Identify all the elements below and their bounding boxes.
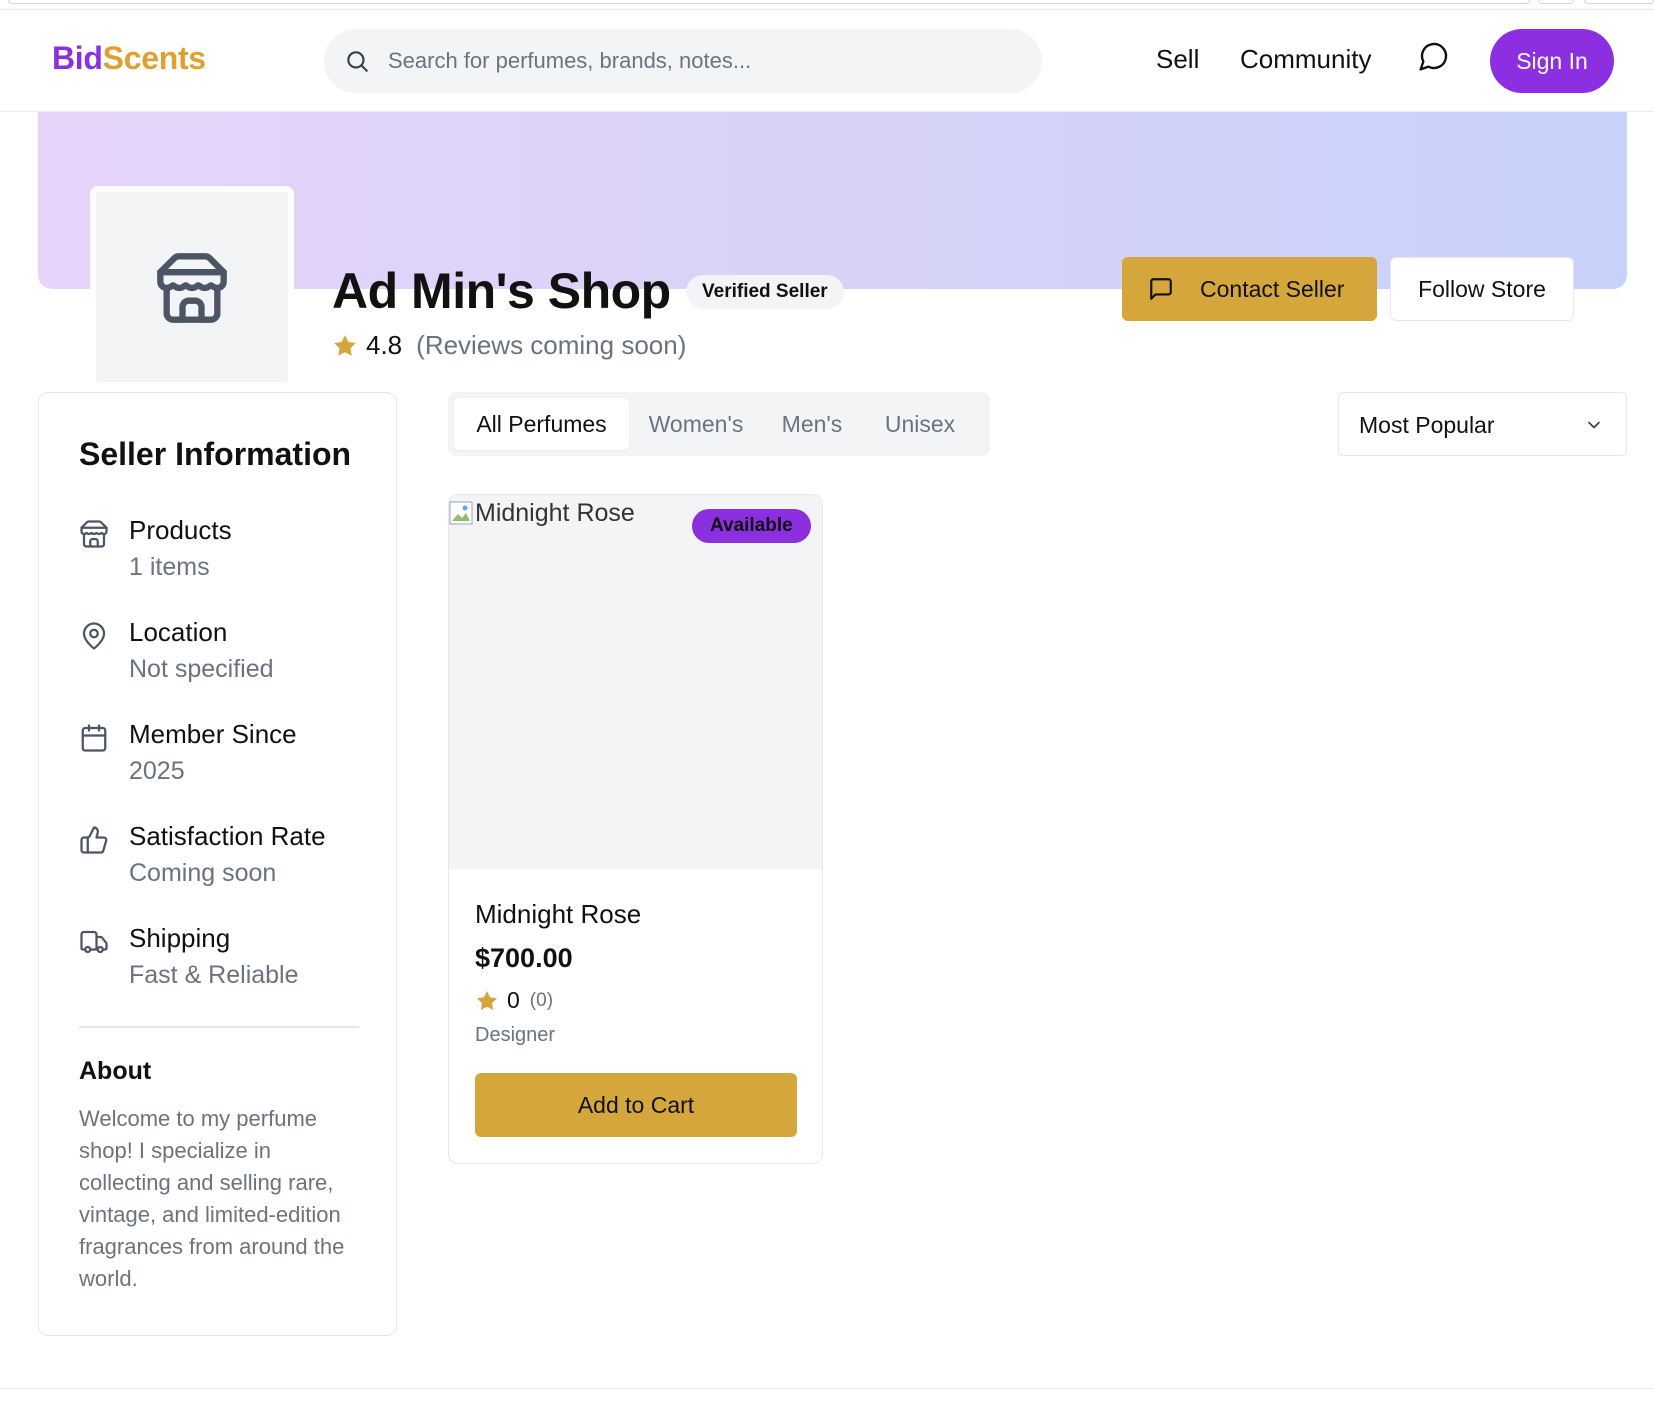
store-avatar [90, 186, 294, 388]
sort-select[interactable]: Most Popular [1338, 392, 1627, 456]
status-badge: Available [692, 509, 811, 543]
about-text: Welcome to my perfume shop! I specialize… [79, 1106, 345, 1291]
page-title: Ad Min's Shop [332, 263, 671, 319]
info-title: Shipping [129, 923, 231, 953]
seller-info-heading: Seller Information [79, 436, 352, 472]
search-icon [347, 51, 368, 72]
store-icon [80, 520, 108, 548]
tab-unisex[interactable]: Unisex [865, 398, 975, 450]
seller-info-card: Seller Information Products 1 items Loca… [38, 392, 397, 1336]
product-category: Designer [475, 1024, 556, 1046]
info-title: Satisfaction Rate [129, 821, 326, 851]
store-icon [157, 253, 227, 323]
info-title: Location [129, 617, 228, 647]
sign-in-button[interactable]: Sign In [1490, 29, 1614, 93]
map-pin-icon [82, 622, 106, 650]
message-square-icon [1150, 278, 1172, 300]
product-rating: 0 (0) [475, 987, 553, 1014]
info-value: 2025 [129, 757, 185, 785]
calendar-icon [81, 724, 107, 752]
verified-seller-badge: Verified Seller [686, 275, 844, 309]
star-icon [334, 334, 356, 356]
contact-seller-button[interactable]: Contact Seller [1122, 257, 1377, 321]
site-header: BidScents Sell Community Sign In [0, 10, 1654, 112]
divider [79, 1026, 359, 1028]
product-image-alt: Midnight Rose [449, 499, 635, 528]
product-price: $700.00 [475, 943, 573, 973]
category-tabs: All Perfumes Women's Men's Unisex [448, 392, 990, 456]
info-value: Coming soon [129, 859, 277, 887]
product-card[interactable]: Midnight Rose Available Midnight Rose $7… [448, 494, 823, 1164]
browser-chrome-strip [0, 0, 1654, 10]
product-rating-count: (0) [529, 989, 554, 1011]
product-name[interactable]: Midnight Rose [475, 899, 641, 930]
info-value: 1 items [129, 553, 210, 581]
browser-address-bar[interactable] [8, 0, 1530, 4]
sort-selected-value: Most Popular [1359, 412, 1495, 438]
contact-seller-label: Contact Seller [1200, 275, 1345, 302]
brand-logo[interactable]: BidScents [52, 40, 206, 77]
star-icon [477, 990, 497, 1010]
product-image[interactable]: Midnight Rose Available [449, 495, 822, 869]
truck-icon [80, 930, 108, 954]
message-circle-icon[interactable] [1418, 40, 1450, 72]
add-to-cart-button[interactable]: Add to Cart [475, 1073, 797, 1137]
footer-divider [0, 1388, 1654, 1389]
info-value: Fast & Reliable [129, 961, 299, 989]
nav-link-community[interactable]: Community [1240, 44, 1371, 75]
search-bar [324, 29, 1042, 93]
product-image-alt-text: Midnight Rose [475, 499, 635, 527]
broken-image-icon [449, 501, 473, 525]
rating-note: (Reviews coming soon) [416, 330, 687, 360]
tab-womens[interactable]: Women's [633, 398, 759, 450]
search-input[interactable] [388, 29, 1018, 93]
logo-text-scents: Scents [102, 40, 206, 76]
logo-text-bid: Bid [52, 40, 103, 76]
product-rating-value: 0 [507, 987, 520, 1013]
nav-link-sell[interactable]: Sell [1156, 44, 1199, 75]
rating-value: 4.8 [366, 330, 403, 360]
info-title: Member Since [129, 719, 297, 749]
thumbs-up-icon [80, 826, 108, 854]
browser-button[interactable] [1584, 0, 1654, 4]
store-rating: 4.8 (Reviews coming soon) [332, 330, 686, 361]
about-heading: About [79, 1057, 152, 1085]
info-value: Not specified [129, 655, 274, 683]
chevron-down-icon [1588, 421, 1600, 429]
tab-all-perfumes[interactable]: All Perfumes [454, 398, 629, 450]
browser-button[interactable] [1538, 0, 1574, 4]
follow-store-button[interactable]: Follow Store [1390, 257, 1574, 321]
info-title: Products [129, 515, 232, 545]
tab-mens[interactable]: Men's [763, 398, 861, 450]
